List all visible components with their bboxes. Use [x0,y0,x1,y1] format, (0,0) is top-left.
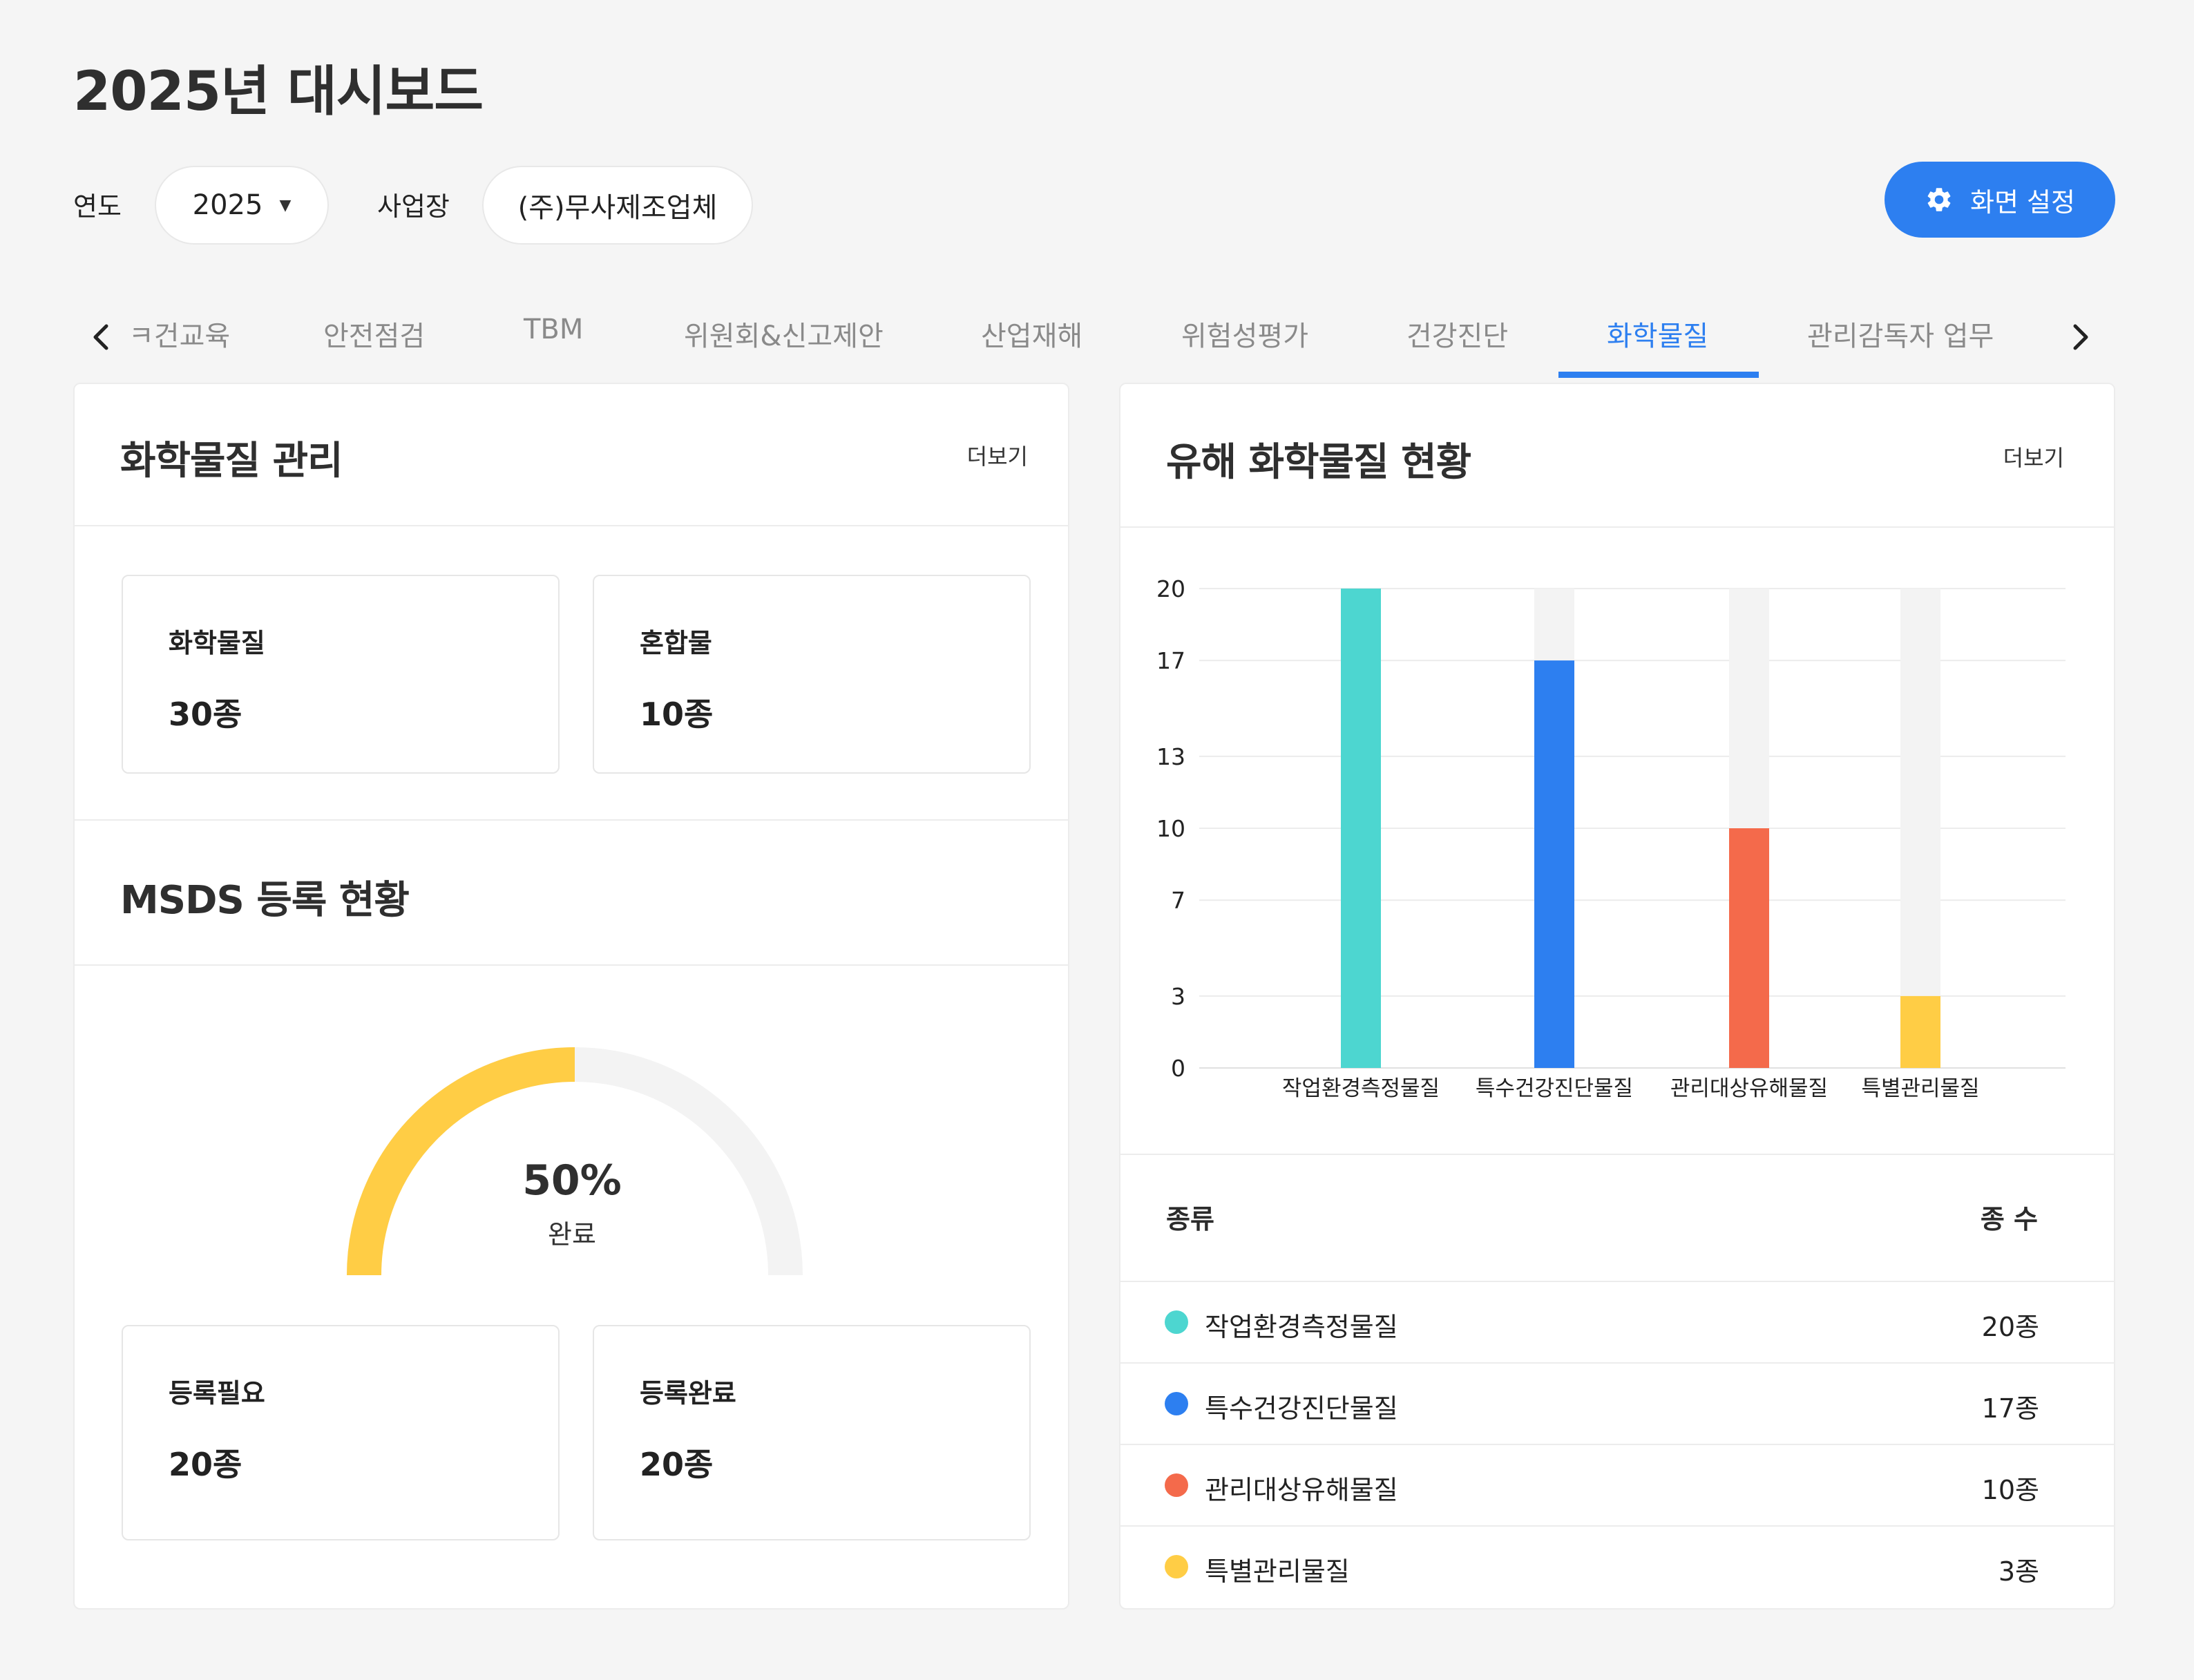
x-tick-label: 관리대상유해물질 [1670,1076,1828,1101]
chemical-management-card: 화학물질 관리 더보기 화학물질 30종 혼합물 10종 MSDS 등록 현황 … [73,383,1069,1610]
stat-box-mixtures: 혼합물 10종 [593,575,1031,774]
x-tick-label: 특별관리물질 [1861,1076,1979,1101]
site-select-value: (주)무사제조업체 [517,192,718,224]
stat-value: 20종 [169,1446,242,1483]
bar[interactable] [1341,589,1381,1068]
stat-box-registration-needed: 등록필요 20종 [122,1325,560,1540]
table-header-type: 종류 [1166,1204,1214,1234]
tab-health-checkup[interactable]: 건강진단 [1406,314,1508,354]
divider [75,819,1068,821]
table-row: 특수건강진단물질 17종 [1119,1362,2115,1444]
year-label: 연도 [73,191,122,222]
tab-tbm[interactable]: TBM [524,314,583,345]
tab-prev-button[interactable] [87,316,122,358]
row-count: 20종 [1981,1312,2039,1342]
tab-committee-suggestion[interactable]: 위원회&신고제안 [684,314,884,354]
stat-value: 30종 [169,696,242,733]
row-name: 작업환경측정물질 [1205,1312,1398,1342]
gauge-sub-label: 완료 [548,1219,596,1250]
year-select-value: 2025 [192,189,263,221]
active-tab-indicator [1558,372,1759,378]
site-label: 사업장 [377,191,450,222]
table-header-count: 종 수 [1980,1204,2038,1234]
legend-dot-red [1165,1473,1188,1497]
stat-box-chemicals: 화학물질 30종 [122,575,560,774]
y-tick-label: 13 [1156,743,1185,770]
row-count: 3종 [1998,1556,2039,1587]
legend-dot-yellow [1165,1555,1188,1578]
caret-down-icon: ▼ [279,196,292,214]
year-select[interactable]: 2025 ▼ [155,166,329,245]
hazardous-chemicals-more-link[interactable]: 더보기 [2003,441,2064,472]
y-tick-label: 20 [1156,575,1185,602]
site-select[interactable]: (주)무사제조업체 [482,166,753,245]
row-name: 특수건강진단물질 [1205,1393,1398,1424]
tab-next-button[interactable] [2067,316,2101,358]
tab-safety-health-education[interactable]: ㅋ건교육 [128,314,230,354]
hazardous-chemicals-bar-chart: 0 3 7 10 13 17 20 작업환경측정물질 특수건강진단물질 관리대상유해물질 특별관리물… [1156,575,2066,1101]
msds-status-title: MSDS 등록 현황 [120,878,410,923]
y-tick-label: 3 [1171,983,1185,1010]
tab-safety-inspection[interactable]: 안전점검 [323,314,425,354]
y-tick-label: 10 [1156,815,1185,842]
bar[interactable] [1534,660,1574,1068]
divider [1120,526,2114,528]
bar[interactable] [1729,828,1769,1068]
stat-label: 등록필요 [169,1378,265,1409]
x-tick-label: 작업환경측정물질 [1282,1076,1440,1101]
legend-dot-blue [1165,1392,1188,1415]
screen-settings-label: 화면 설정 [1970,187,2075,218]
stat-label: 혼합물 [640,628,712,658]
tab-bar: ㅋ건교육 안전점검 TBM 위원회&신고제안 산업재해 위험성평가 건강진단 화… [73,297,2115,380]
chemical-management-more-link[interactable]: 더보기 [967,439,1028,471]
y-tick-label: 0 [1171,1055,1185,1082]
tab-chemicals[interactable]: 화학물질 [1607,314,1708,354]
screen-settings-button[interactable]: 화면 설정 [1885,162,2115,238]
stat-value: 10종 [640,696,714,733]
chemical-management-title: 화학물질 관리 [120,439,343,484]
hazardous-chemicals-title: 유해 화학물질 현황 [1166,440,1471,485]
row-name: 관리대상유해물질 [1205,1475,1398,1505]
stat-label: 화학물질 [169,628,265,658]
row-count: 17종 [1981,1393,2039,1424]
chevron-left-icon [93,324,108,350]
stat-box-registration-complete: 등록완료 20종 [593,1325,1031,1540]
table-row: 관리대상유해물질 10종 [1119,1444,2115,1525]
row-name: 특별관리물질 [1205,1556,1350,1587]
y-tick-label: 17 [1156,647,1185,674]
row-count: 10종 [1981,1475,2039,1505]
gear-icon [1927,188,1951,211]
bar[interactable] [1900,995,1940,1068]
divider [75,964,1068,966]
page-title: 2025년 대시보드 [73,61,484,123]
divider [75,525,1068,526]
divider [1120,1154,2114,1155]
stat-value: 20종 [640,1446,714,1483]
tab-supervisor-tasks[interactable]: 관리감독자 업무 [1807,314,1994,354]
chevron-right-icon [2073,324,2088,350]
y-tick-label: 7 [1171,887,1185,914]
legend-dot-teal [1165,1310,1188,1334]
gauge-percent: 50% [522,1156,622,1205]
tab-industrial-accident[interactable]: 산업재해 [981,314,1082,354]
tab-risk-assessment[interactable]: 위험성평가 [1181,314,1308,354]
table-row: 작업환경측정물질 20종 [1119,1281,2115,1362]
x-tick-label: 특수건강진단물질 [1476,1076,1633,1101]
stat-label: 등록완료 [640,1378,736,1409]
table-row: 특별관리물질 3종 [1119,1525,2115,1607]
